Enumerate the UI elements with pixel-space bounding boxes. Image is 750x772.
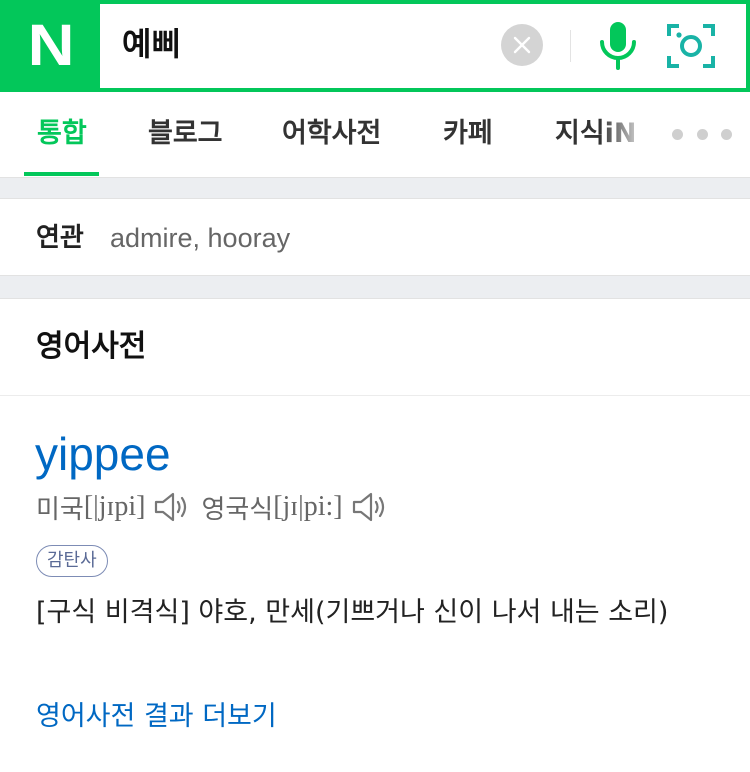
english-dictionary-card: 영어사전 yippee 미국 [|jɪpi] 영국식 [jɪ|pi:] 감탄사 …: [0, 298, 750, 772]
card-divider: [0, 395, 750, 396]
uk-pronunciation: [jɪ|pi:]: [273, 491, 343, 522]
clear-button[interactable]: [501, 24, 543, 66]
section-title: 영어사전: [36, 329, 147, 364]
more-results-link[interactable]: 영어사전 결과 더보기: [36, 699, 277, 735]
uk-speaker-button[interactable]: [351, 490, 389, 524]
us-pronunciation: [|jɪpi]: [83, 491, 146, 522]
close-icon: [513, 36, 531, 54]
part-of-speech-badge: 감탄사: [36, 545, 108, 577]
entry-word-link[interactable]: yippee: [35, 427, 171, 481]
more-dots-icon: [672, 128, 683, 140]
search-divider: [570, 30, 571, 62]
more-dots-icon: [696, 128, 708, 140]
tab-bar: 통합 블로그 어학사전 카페 지식iN: [0, 92, 750, 178]
section-gap: [0, 178, 750, 198]
tab-integrated[interactable]: 통합: [37, 92, 87, 176]
speaker-icon: [155, 492, 187, 522]
naver-logo[interactable]: N: [0, 0, 100, 92]
more-tabs-button[interactable]: [672, 122, 732, 146]
tab-cafe[interactable]: 카페: [443, 92, 493, 176]
related-terms-link[interactable]: admire, hooray: [110, 221, 290, 255]
tab-dictionary[interactable]: 어학사전: [282, 92, 381, 176]
pronunciation-row: 미국 [|jɪpi] 영국식 [jɪ|pi:]: [36, 489, 399, 525]
speaker-icon: [352, 492, 384, 522]
related-searches: 연관 admire, hooray: [0, 198, 750, 276]
us-label: 미국: [36, 494, 84, 525]
logo-letter: N: [27, 13, 75, 78]
active-tab-indicator: [24, 172, 99, 176]
camera-lens-icon: [667, 24, 715, 68]
search-input[interactable]: 예삐: [122, 24, 181, 64]
search-box[interactable]: 예삐: [100, 4, 746, 88]
tab-knowledge-in[interactable]: 지식iN: [555, 92, 637, 176]
related-label: 연관: [36, 223, 84, 253]
more-dots-icon: [721, 128, 732, 140]
microphone-icon: [600, 22, 636, 70]
tab-blog[interactable]: 블로그: [148, 92, 223, 176]
search-header: N 예삐: [0, 0, 750, 92]
image-search-button[interactable]: [666, 22, 716, 70]
uk-label: 영국식: [201, 494, 274, 525]
voice-search-button[interactable]: [594, 20, 642, 72]
definition-text: [구식 비격식] 야호, 만세(기쁘거나 신이 나서 내는 소리): [36, 597, 669, 628]
us-speaker-button[interactable]: [153, 490, 191, 524]
section-gap: [0, 276, 750, 298]
